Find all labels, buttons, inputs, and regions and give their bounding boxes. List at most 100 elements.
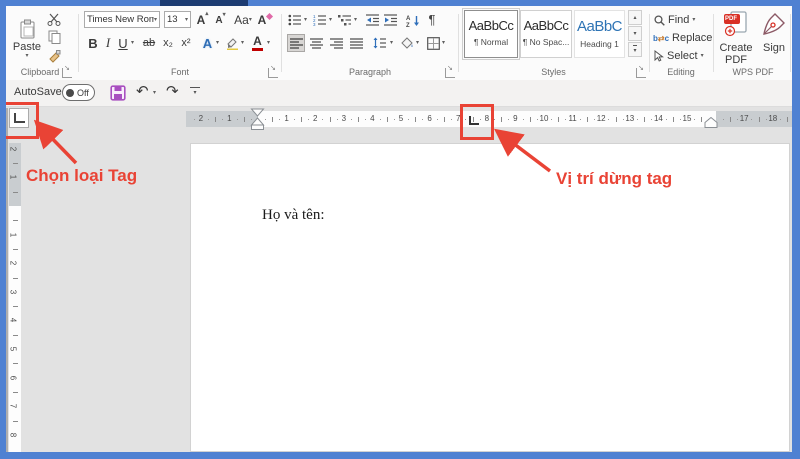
ruler-number: 2	[312, 114, 318, 123]
create-pdf-button[interactable]: PDF Create PDF	[716, 10, 756, 72]
font-dialog-launcher-icon[interactable]	[268, 64, 278, 78]
strikethrough-button[interactable]: ab	[140, 34, 158, 52]
sort-button[interactable]: AZ	[404, 12, 422, 28]
paint-bucket-icon	[400, 36, 414, 50]
chevron-down-icon[interactable]: ▾	[354, 17, 357, 23]
chevron-down-icon: ▾	[25, 53, 29, 59]
italic-button[interactable]: I	[102, 34, 114, 52]
ruler-number: 8	[8, 432, 18, 438]
bullets-button[interactable]	[287, 12, 303, 28]
shading-button[interactable]	[399, 34, 415, 52]
style-preview: AaBbC	[576, 18, 623, 35]
styles-scroll-down-button[interactable]: ▾	[628, 26, 642, 41]
indent-markers[interactable]	[250, 108, 265, 132]
text-effects-button[interactable]: A	[200, 34, 215, 52]
borders-button[interactable]	[425, 34, 441, 52]
bold-button[interactable]: B	[86, 34, 100, 52]
clear-formatting-button[interactable]: A	[256, 11, 274, 29]
document-page[interactable]: Họ và tên:	[190, 143, 790, 452]
group-separator	[281, 14, 282, 72]
left-edge-strip	[6, 108, 8, 452]
format-painter-icon	[47, 50, 61, 64]
undo-chevron-icon[interactable]: ▾	[153, 90, 156, 96]
autosave-toggle[interactable]: Off	[62, 84, 95, 101]
style-card-no-spacing[interactable]: AaBbCc ¶ No Spac...	[520, 10, 572, 58]
ruler-number: 4	[370, 114, 375, 123]
style-name: Heading 1	[580, 39, 619, 49]
tab-stop-highlight-box	[460, 104, 494, 140]
chevron-down-icon[interactable]: ▾	[241, 40, 244, 46]
strikethrough-label: ab	[142, 37, 156, 49]
paste-button[interactable]: Paste ▾	[12, 10, 42, 68]
chevron-down-icon[interactable]: ▾	[267, 40, 270, 46]
qat-overflow-button[interactable]: ▾	[190, 87, 200, 96]
right-indent-marker[interactable]	[704, 117, 718, 129]
chevron-down-icon[interactable]: ▾	[442, 40, 445, 46]
select-button[interactable]: Select ▾	[654, 50, 704, 62]
ruler-number: 6	[8, 375, 18, 380]
chevron-down-icon[interactable]: ▾	[216, 40, 219, 46]
vruler-text-area	[9, 206, 21, 452]
chevron-down-icon[interactable]: ▾	[329, 17, 332, 23]
style-name: ¶ Normal	[473, 37, 509, 47]
paragraph-group-label: Paragraph	[348, 67, 392, 77]
borders-grid-icon	[426, 36, 440, 50]
tab-selector-highlight-box	[3, 102, 39, 139]
show-hide-pilcrow-button[interactable]: ¶	[425, 11, 439, 28]
svg-text:Z: Z	[406, 23, 410, 27]
shrink-font-button[interactable]: A ▾	[212, 12, 229, 30]
redo-button[interactable]: ↷	[166, 84, 179, 99]
paragraph-dialog-launcher-icon[interactable]	[445, 64, 455, 78]
align-right-button[interactable]	[327, 34, 345, 52]
grow-font-button[interactable]: A ▴	[194, 11, 211, 29]
bold-label: B	[88, 35, 98, 51]
increase-indent-button[interactable]	[383, 12, 399, 28]
copy-button[interactable]	[44, 29, 64, 45]
subscript-button[interactable]: x₂	[160, 34, 176, 52]
find-label: Find	[668, 14, 690, 26]
numbering-button[interactable]: 123	[312, 12, 328, 28]
group-separator	[649, 14, 650, 72]
decrease-indent-button[interactable]	[365, 12, 381, 28]
chevron-down-icon[interactable]: ▾	[390, 40, 393, 46]
save-button[interactable]	[110, 85, 126, 101]
change-case-button[interactable]: Aa ▾	[232, 11, 254, 29]
justify-button[interactable]	[347, 34, 365, 52]
find-button[interactable]: Find ▾	[654, 14, 695, 26]
style-card-normal[interactable]: AaBbCc ¶ Normal	[462, 8, 520, 60]
tab-stop-annotation-label: Vị trí dừng tag	[556, 169, 673, 188]
font-name-select[interactable]: Times New Roma ▾	[84, 11, 160, 28]
ruler-number: 1	[227, 114, 232, 123]
create-pdf-icon: PDF	[722, 10, 750, 38]
replace-button[interactable]: b⇄c Replace	[653, 32, 712, 44]
format-painter-button[interactable]	[44, 48, 64, 66]
align-center-button[interactable]	[307, 34, 325, 52]
sign-button[interactable]: Sign	[759, 10, 789, 72]
line-spacing-button[interactable]	[371, 34, 389, 52]
styles-scroll-up-button[interactable]: ▴	[628, 10, 642, 25]
text-effects-label: A	[202, 35, 213, 51]
toggle-knob	[66, 88, 74, 97]
chevron-down-icon[interactable]: ▾	[131, 40, 134, 46]
font-size-select[interactable]: 13 ▾	[164, 11, 191, 28]
styles-dialog-launcher-icon[interactable]	[636, 64, 646, 78]
window-border-top	[0, 0, 800, 6]
style-card-heading1[interactable]: AaBbC Heading 1	[574, 10, 625, 58]
underline-button[interactable]: U	[116, 34, 130, 52]
clipboard-dialog-launcher-icon[interactable]	[62, 64, 72, 78]
chevron-down-icon[interactable]: ▾	[416, 40, 419, 46]
highlight-color-button[interactable]	[224, 34, 240, 52]
window-border-left	[0, 0, 6, 459]
cut-button[interactable]	[44, 11, 64, 27]
multilevel-list-icon	[338, 14, 352, 26]
align-left-button[interactable]	[287, 34, 305, 52]
quick-access-toolbar: AutoSave Off ↶ ▾ ↷ ▾	[6, 80, 792, 107]
styles-gallery-more-button[interactable]: ▾	[628, 42, 642, 57]
font-color-button[interactable]: A	[250, 34, 265, 52]
chevron-down-icon[interactable]: ▾	[304, 17, 307, 23]
undo-button[interactable]: ↶	[136, 84, 149, 99]
superscript-button[interactable]: x²	[178, 34, 194, 52]
multilevel-list-button[interactable]	[337, 12, 353, 28]
vertical-ruler[interactable]: 2 1 1 2 3 4 5 6 7 8	[9, 143, 21, 452]
gallery-more-icon: ▾	[633, 45, 637, 54]
